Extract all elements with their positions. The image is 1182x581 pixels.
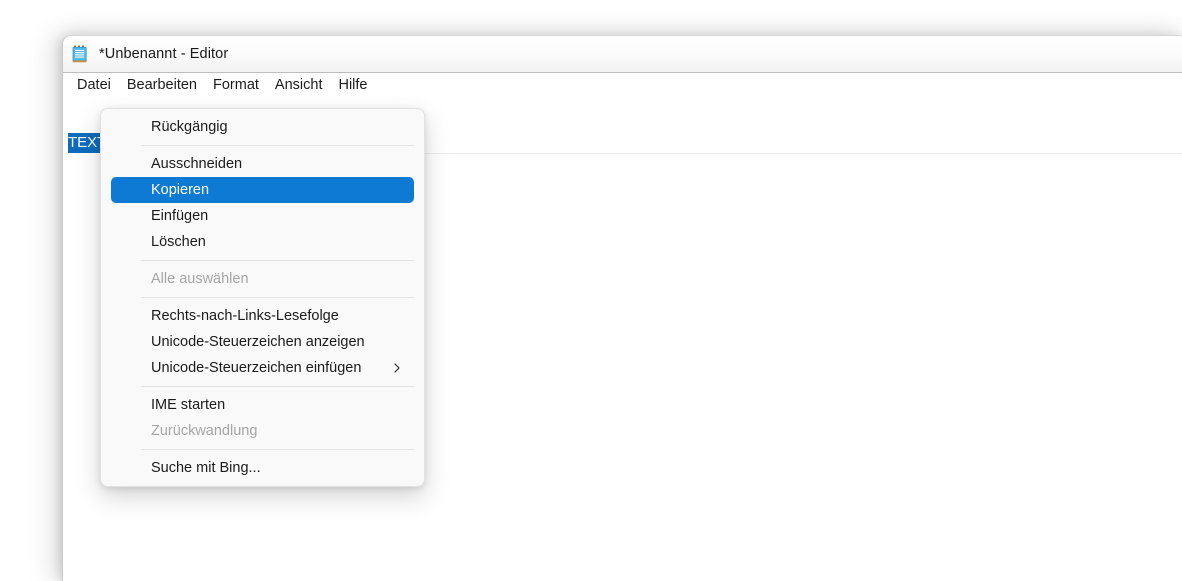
- menubar-item-ansicht[interactable]: Ansicht: [267, 74, 331, 97]
- window-title: *Unbenannt - Editor: [99, 46, 229, 62]
- context-menu-item-rechts-nach-links-lesefolge[interactable]: Rechts-nach-Links-Lesefolge: [111, 303, 414, 329]
- notepad-icon: [72, 45, 87, 63]
- context-menu: Rückgängig Ausschneiden Kopieren Einfüge…: [100, 108, 425, 487]
- menubar-item-bearbeiten[interactable]: Bearbeiten: [119, 74, 205, 97]
- context-menu-separator: [141, 260, 414, 261]
- context-menu-item-label: Suche mit Bing...: [151, 460, 261, 476]
- context-menu-item-ime-starten[interactable]: IME starten: [111, 392, 414, 418]
- window-titlebar[interactable]: *Unbenannt - Editor: [63, 36, 1182, 73]
- context-menu-item-label: Alle auswählen: [151, 271, 249, 287]
- context-menu-item-kopieren[interactable]: Kopieren: [111, 177, 414, 203]
- context-menu-separator: [141, 449, 414, 450]
- context-menu-item-label: Unicode-Steuerzeichen anzeigen: [151, 334, 365, 350]
- context-menu-item-label: Kopieren: [151, 182, 210, 198]
- context-menu-item-label: Unicode-Steuerzeichen einfügen: [151, 360, 362, 376]
- screen: *Unbenannt - Editor Datei Bearbeiten For…: [0, 0, 1182, 581]
- context-menu-separator: [141, 386, 414, 387]
- context-menu-item-unicode-steuerzeichen-anzeigen[interactable]: Unicode-Steuerzeichen anzeigen: [111, 329, 414, 355]
- context-menu-separator: [141, 145, 414, 146]
- menubar-item-format[interactable]: Format: [205, 74, 267, 97]
- context-menu-item-einfuegen[interactable]: Einfügen: [111, 203, 414, 229]
- menubar: Datei Bearbeiten Format Ansicht Hilfe: [63, 74, 1182, 97]
- context-menu-item-suche-mit-bing[interactable]: Suche mit Bing...: [111, 455, 414, 481]
- context-menu-separator: [141, 297, 414, 298]
- context-menu-item-label: Rückgängig: [151, 119, 228, 135]
- context-menu-item-label: Rechts-nach-Links-Lesefolge: [151, 308, 339, 324]
- context-menu-item-rueckgaengig[interactable]: Rückgängig: [111, 114, 414, 140]
- chevron-right-icon: [394, 363, 400, 373]
- context-menu-item-label: Einfügen: [151, 208, 209, 224]
- menubar-item-datei[interactable]: Datei: [69, 74, 119, 97]
- context-menu-item-unicode-steuerzeichen-einfuegen[interactable]: Unicode-Steuerzeichen einfügen: [111, 355, 414, 381]
- context-menu-item-label: Zurückwandlung: [151, 423, 258, 439]
- context-menu-item-label: Ausschneiden: [151, 156, 243, 172]
- menubar-item-hilfe[interactable]: Hilfe: [330, 74, 375, 97]
- context-menu-item-loeschen[interactable]: Löschen: [111, 229, 414, 255]
- context-menu-item-label: IME starten: [151, 397, 226, 413]
- context-menu-item-label: Löschen: [151, 234, 206, 250]
- context-menu-item-zurueckwandlung: Zurückwandlung: [111, 418, 414, 444]
- context-menu-item-alle-auswaehlen: Alle auswählen: [111, 266, 414, 292]
- context-menu-item-ausschneiden[interactable]: Ausschneiden: [111, 151, 414, 177]
